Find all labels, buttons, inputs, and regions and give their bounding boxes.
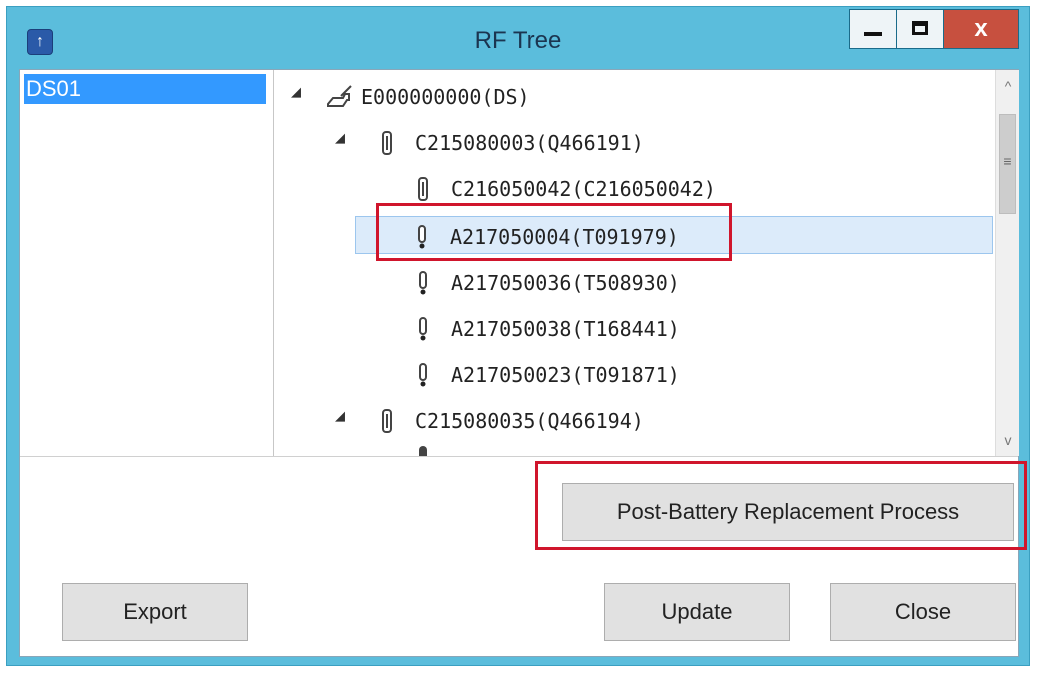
- grip-icon: ≡: [1003, 153, 1012, 169]
- tree-node-label: C215080003(Q466191): [415, 130, 644, 155]
- tree-node[interactable]: C215080003(Q466191): [379, 122, 644, 160]
- transmitter-icon: [415, 362, 439, 388]
- dialog-client-area: DS01 E000000000(DS) ◢ C215080003(Q466191…: [19, 69, 1019, 657]
- transmitter-icon: [414, 224, 438, 250]
- transmitter-icon: [415, 270, 439, 296]
- repeater-icon: [379, 408, 403, 434]
- tree-node-label: A217050036(T508930): [451, 270, 680, 295]
- tree-vertical-scrollbar[interactable]: ^ ≡ v: [995, 70, 1019, 456]
- post-battery-replacement-button[interactable]: Post-Battery Replacement Process: [562, 483, 1014, 541]
- tree-node-label: C216050042(C216050042): [451, 176, 716, 201]
- tree-node[interactable]: C216050042(C216050042): [415, 168, 716, 206]
- tree-node[interactable]: C215080035(Q466194): [379, 400, 644, 438]
- scroll-up-icon[interactable]: ^: [996, 74, 1020, 98]
- tree-node-selected[interactable]: A217050004(T091979): [355, 216, 993, 254]
- rf-tree-view[interactable]: E000000000(DS) ◢ C215080003(Q466191) ◢ C…: [275, 70, 995, 456]
- tree-node-label: A217050038(T168441): [451, 316, 680, 341]
- transmitter-icon: [419, 446, 427, 456]
- minimize-icon: [864, 32, 882, 36]
- scroll-down-icon[interactable]: v: [996, 428, 1020, 452]
- export-button[interactable]: Export: [62, 583, 248, 641]
- expand-toggle-icon[interactable]: ◢: [333, 408, 347, 424]
- ds-handset-icon: [325, 84, 352, 110]
- tree-node[interactable]: E000000000(DS): [325, 76, 530, 114]
- update-button[interactable]: Update: [604, 583, 790, 641]
- close-icon: x: [974, 15, 988, 42]
- tree-node-label: C215080035(Q466194): [415, 408, 644, 433]
- expand-toggle-icon[interactable]: ◢: [333, 130, 347, 146]
- site-list[interactable]: DS01: [20, 70, 274, 456]
- minimize-button[interactable]: [849, 9, 897, 49]
- tree-node-label: E000000000(DS): [361, 84, 530, 109]
- expand-toggle-icon[interactable]: ◢: [289, 84, 303, 100]
- site-list-item[interactable]: DS01: [24, 74, 266, 104]
- scrollbar-thumb[interactable]: ≡: [999, 114, 1016, 214]
- tree-node-label: A217050004(T091979): [450, 224, 679, 249]
- rf-tree-window: ↑ RF Tree x DS01 E000000000(DS) ◢ C21508…: [6, 6, 1030, 666]
- divider: [20, 456, 1018, 457]
- tree-node[interactable]: A217050038(T168441): [415, 308, 680, 346]
- tree-node[interactable]: A217050036(T508930): [415, 262, 680, 300]
- transmitter-icon: [415, 316, 439, 342]
- close-window-button[interactable]: x: [943, 9, 1019, 49]
- title-bar[interactable]: ↑ RF Tree x: [7, 7, 1029, 69]
- tree-node[interactable]: A217050023(T091871): [415, 354, 680, 392]
- repeater-icon: [379, 130, 403, 156]
- maximize-icon: [912, 21, 928, 35]
- close-button[interactable]: Close: [830, 583, 1016, 641]
- repeater-icon: [415, 176, 439, 202]
- maximize-button[interactable]: [896, 9, 944, 49]
- tree-node-label: A217050023(T091871): [451, 362, 680, 387]
